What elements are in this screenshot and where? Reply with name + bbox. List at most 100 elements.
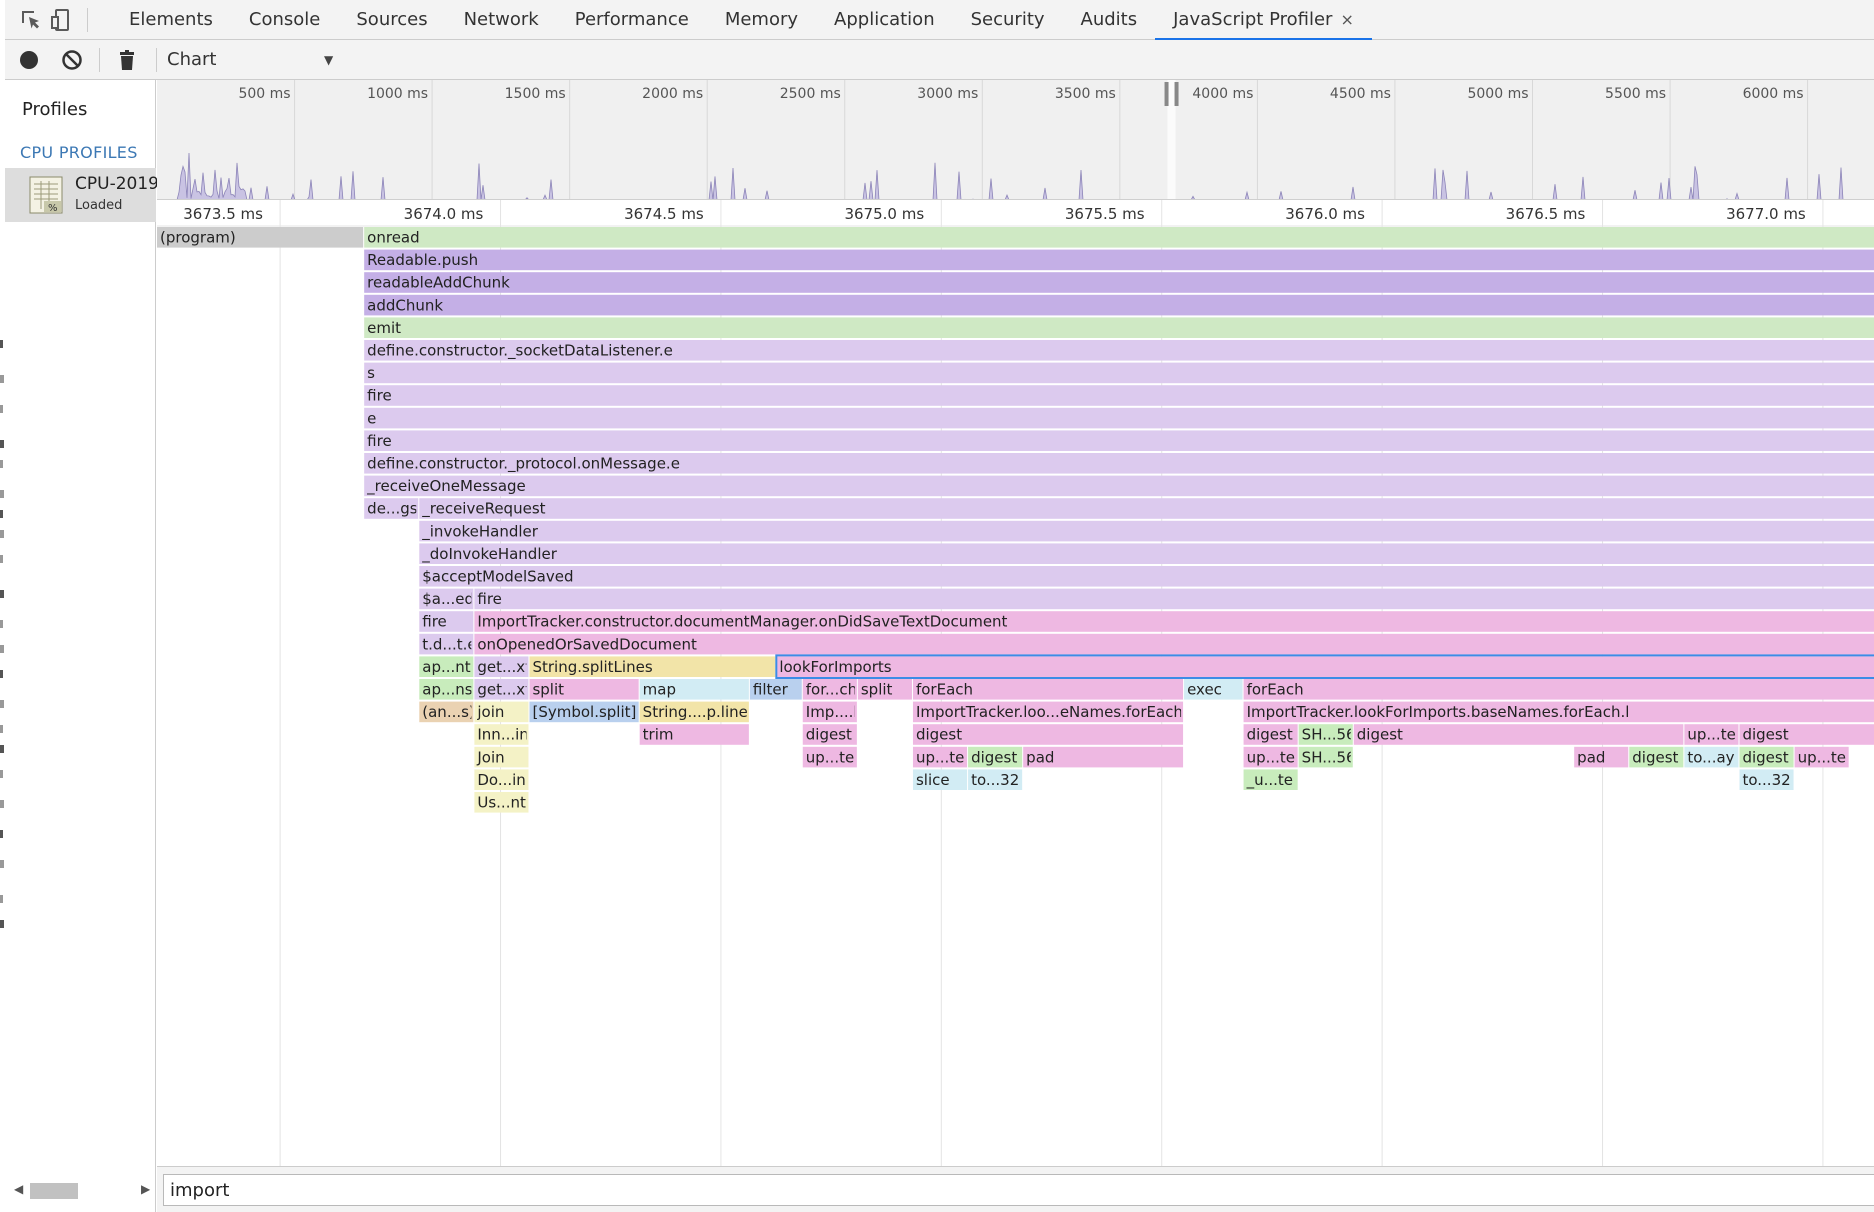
flame-frame[interactable]: String.splitLines — [529, 656, 776, 677]
flame-frame[interactable]: _receiveOneMessage — [364, 475, 1874, 497]
flame-frame[interactable]: Readable.push — [364, 249, 1874, 271]
flame-chart[interactable]: 3673.5 ms 3674.0 ms 3674.5 ms 3675.0 ms 3675… — [157, 200, 1874, 1166]
flame-frame[interactable]: ImportTracker.constructor.documentManage… — [474, 611, 1874, 632]
flame-frame[interactable]: _receiveRequest — [419, 498, 1874, 519]
selection-handle-right[interactable] — [1174, 82, 1179, 106]
flame-frame[interactable]: onOpenedOrSavedDocument — [474, 633, 1874, 655]
flame-frame[interactable]: define.constructor._protocol.onMessage.e — [364, 453, 1874, 474]
flame-frame[interactable]: fire — [364, 385, 1874, 406]
flame-frame[interactable]: digest — [1739, 724, 1874, 745]
delete-icon[interactable] — [115, 48, 139, 72]
flame-frame-bar[interactable] — [1243, 679, 1874, 700]
flame-frame[interactable]: SH...56 — [1298, 724, 1356, 745]
flame-frame[interactable]: ImportTracker.loo...eNames.forEach.l — [912, 701, 1192, 723]
flame-frame[interactable]: to...32 — [968, 769, 1023, 790]
flame-frame[interactable]: String....p.line — [639, 701, 749, 723]
flame-frame-bar[interactable] — [419, 498, 1874, 519]
cpu-overview[interactable]: 500 ms 1000 ms 1500 ms 2000 ms 2500 ms 3000 m… — [157, 80, 1874, 200]
overview-selection-window[interactable] — [1167, 80, 1176, 200]
flame-frame[interactable]: digest — [1243, 724, 1298, 745]
flame-frame[interactable]: digest — [1353, 724, 1684, 745]
scroll-left-icon[interactable]: ◀ — [14, 1182, 23, 1196]
tab-sources[interactable]: Sources — [338, 0, 445, 40]
flame-chart-canvas[interactable]: 3673.5 ms 3674.0 ms 3674.5 ms 3675.0 ms 3675… — [157, 200, 1874, 1166]
flame-frame[interactable]: Do...in — [474, 769, 529, 790]
flame-frame-bar[interactable] — [364, 249, 1874, 271]
flame-frame[interactable]: split — [529, 679, 639, 700]
tab-audits[interactable]: Audits — [1063, 0, 1156, 40]
flame-frame-bar[interactable] — [474, 588, 1874, 610]
flame-frame[interactable]: emit — [364, 317, 1874, 338]
flame-frame-bar[interactable] — [364, 407, 1874, 429]
flame-frame[interactable]: ImportTracker.lookForImports.baseNames.f… — [1243, 701, 1874, 723]
flame-frame-bar[interactable] — [364, 362, 1874, 384]
flame-frame[interactable]: s — [364, 362, 1874, 384]
flame-frame[interactable]: up...te — [802, 746, 857, 768]
flame-frame[interactable]: de...gs — [364, 498, 419, 519]
flame-frame-bar[interactable] — [419, 543, 1874, 564]
flame-frame[interactable]: ap...nt — [419, 656, 474, 677]
flame-frame[interactable]: get...xt — [474, 656, 531, 677]
flame-frame[interactable]: forEach — [1243, 679, 1874, 700]
flame-frame-bar[interactable] — [364, 272, 1874, 293]
tab-javascript-profiler[interactable]: JavaScript Profiler × — [1155, 0, 1372, 40]
flame-frame-bar[interactable] — [364, 385, 1874, 406]
tab-memory[interactable]: Memory — [707, 0, 816, 40]
inspect-element-icon[interactable] — [19, 8, 43, 32]
flame-frame[interactable]: to...32 — [1739, 769, 1794, 790]
flame-frame[interactable]: fire — [419, 611, 474, 632]
selection-handle-left[interactable] — [1164, 82, 1169, 106]
flame-frame[interactable]: _invokeHandler — [419, 520, 1874, 542]
flame-frame[interactable]: _u...te — [1243, 769, 1298, 790]
flame-frame-bar[interactable] — [419, 520, 1874, 542]
flame-frame[interactable]: slice — [912, 769, 968, 790]
flame-frame[interactable]: t.d...t.e — [419, 633, 476, 655]
view-mode-select[interactable]: Chart ▼ — [167, 40, 357, 80]
flame-frame[interactable]: _doInvokeHandler — [419, 543, 1874, 564]
flame-frame[interactable]: fire — [364, 430, 1874, 451]
flame-frame[interactable]: Join — [474, 746, 529, 768]
flame-frame-bar[interactable] — [1353, 724, 1684, 745]
flame-frame[interactable]: for...ch — [802, 679, 857, 700]
flame-frame[interactable]: (program) — [157, 227, 364, 248]
scrollbar-thumb[interactable] — [30, 1183, 78, 1199]
flame-frame[interactable]: $a...ed — [419, 588, 474, 610]
clear-icon[interactable] — [60, 48, 84, 72]
flame-frame[interactable]: readableAddChunk — [364, 272, 1874, 293]
flame-frame[interactable]: (an...s) — [419, 701, 475, 723]
flame-frame[interactable]: addChunk — [364, 294, 1874, 316]
flame-frame[interactable]: define.constructor._socketDataListener.e — [364, 340, 1874, 361]
flame-frame[interactable]: forEach — [912, 679, 1184, 700]
flame-frame[interactable]: digest — [1739, 746, 1794, 768]
flame-frame[interactable]: [Symbol.split] — [529, 701, 639, 723]
tab-application[interactable]: Application — [816, 0, 953, 40]
tab-console[interactable]: Console — [231, 0, 338, 40]
flame-frame[interactable]: Imp....l — [802, 701, 858, 723]
flame-frame[interactable]: digest — [1629, 746, 1684, 768]
flame-frame[interactable]: SH...56 — [1298, 746, 1356, 768]
flame-frame[interactable]: up...te — [1684, 724, 1739, 745]
flame-frame[interactable]: pad — [1023, 746, 1184, 768]
flame-frame[interactable]: ap...ns — [419, 679, 474, 700]
flame-frame[interactable]: pad — [1574, 746, 1629, 768]
scroll-right-icon[interactable]: ▶ — [141, 1182, 150, 1196]
flame-frame-bar[interactable] — [364, 227, 1874, 248]
flame-frame[interactable]: up...te — [912, 746, 968, 768]
flame-frame[interactable]: Inn...in — [474, 724, 529, 745]
flame-frame[interactable]: $acceptModelSaved — [419, 566, 1874, 587]
tab-performance[interactable]: Performance — [557, 0, 707, 40]
search-input[interactable] — [163, 1174, 1874, 1206]
flame-frame[interactable]: fire — [474, 588, 1874, 610]
flame-frame[interactable]: Us...nt — [474, 792, 529, 813]
flame-frame-bar[interactable] — [364, 294, 1874, 316]
flame-frame-bar[interactable] — [364, 475, 1874, 497]
flame-frame[interactable]: up...te — [1794, 746, 1849, 768]
flame-frame[interactable]: digest — [912, 724, 1184, 745]
flame-frame[interactable]: onread — [364, 227, 1874, 248]
flame-frame[interactable]: map — [639, 679, 749, 700]
device-toolbar-icon[interactable] — [49, 8, 73, 32]
tab-elements[interactable]: Elements — [111, 0, 231, 40]
flame-frame-bar[interactable] — [364, 430, 1874, 451]
close-tab-icon[interactable]: × — [1340, 10, 1353, 29]
flame-frame[interactable]: digest — [968, 746, 1023, 768]
